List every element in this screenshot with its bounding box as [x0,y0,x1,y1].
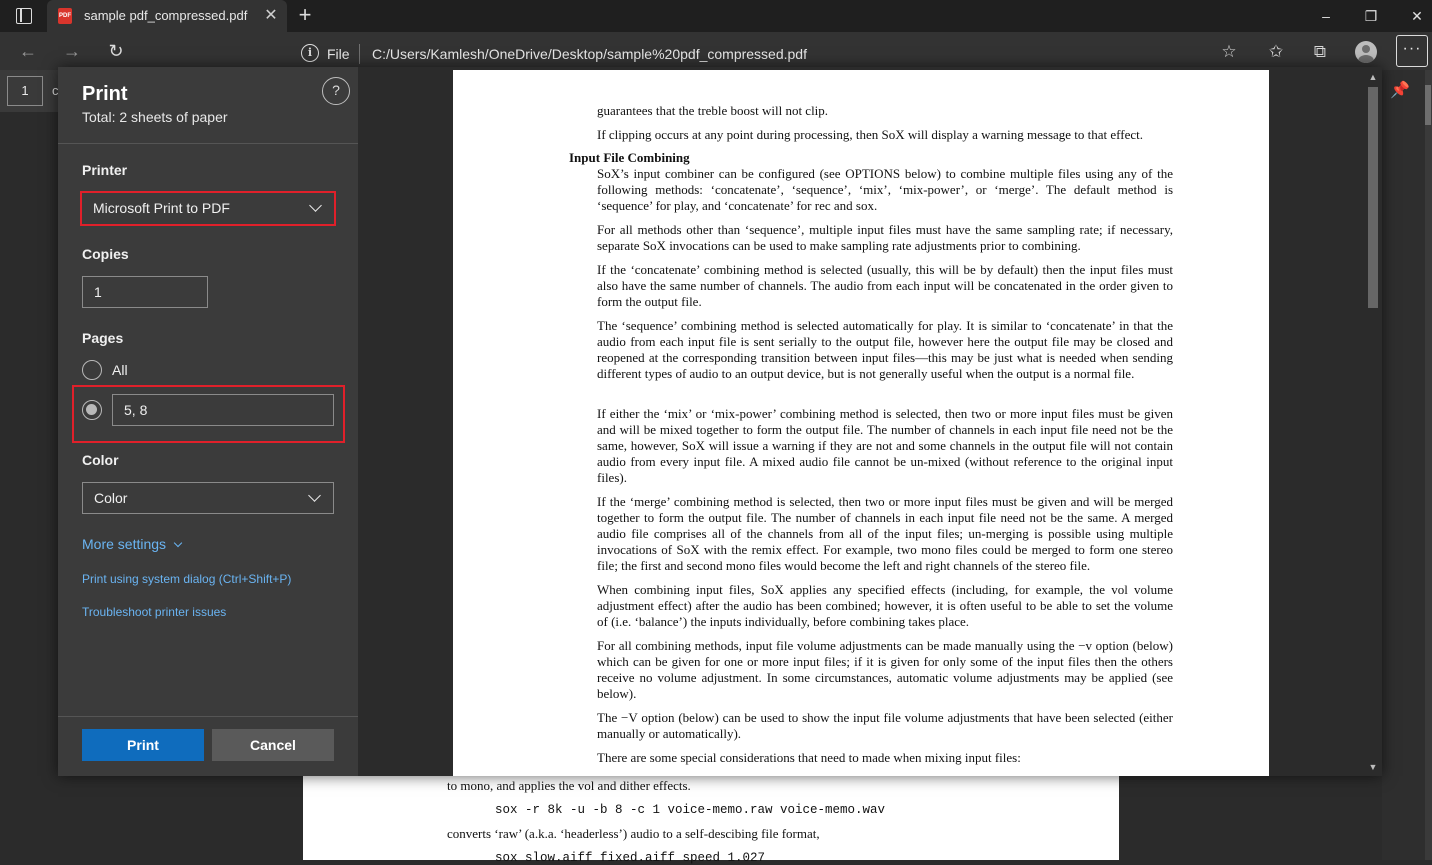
print-button[interactable]: Print [82,729,204,761]
info-icon[interactable]: i [301,44,319,62]
background-code-line: sox -r 8k -u -b 8 -c 1 voice-memo.raw vo… [495,803,886,817]
more-settings-label: More settings [82,536,167,552]
pages-range-input[interactable]: 5, 8 [112,394,334,426]
pages-custom-radio[interactable] [82,400,102,420]
preview-paragraph: For all methods other than ‘sequence’, m… [597,222,1173,253]
troubleshoot-link[interactable]: Troubleshoot printer issues [82,605,226,619]
preview-heading: Input File Combining [569,150,690,165]
color-label: Color [82,452,119,468]
color-select[interactable]: Color [82,482,334,514]
cancel-button[interactable]: Cancel [212,729,334,761]
tab-title: sample pdf_compressed.pdf [84,8,248,23]
navigation-bar: ← → ↻ i File C:/Users/Kamlesh/OneDrive/D… [0,32,1432,70]
chevron-down-icon [308,489,321,502]
title-bar: PDF sample pdf_compressed.pdf ✕ + – ❐ ✕ [0,0,1432,32]
preview-paragraph: The −V option (below) can be used to sho… [597,710,1173,741]
preview-paragraph: The ‘sequence’ combining method is selec… [597,318,1173,381]
printer-value: Microsoft Print to PDF [93,200,230,216]
minimize-icon[interactable]: – [1303,0,1349,32]
viewer-scrollbar[interactable] [1425,70,1432,860]
address-scheme: File [327,46,350,62]
background-pdf-page: to mono, and applies the vol and dither … [303,776,1119,865]
browser-tab[interactable]: PDF sample pdf_compressed.pdf ✕ [47,0,287,32]
print-settings-panel: Print Total: 2 sheets of paper ? Printer… [58,67,358,776]
help-icon[interactable]: ? [322,77,350,105]
background-line: converts ‘raw’ (a.k.a. ‘headerless’) aud… [447,826,820,841]
print-preview-page: guarantees that the treble boost will no… [453,70,1269,776]
favorites-icon[interactable]: ✩ [1264,40,1288,64]
address-url[interactable]: C:/Users/Kamlesh/OneDrive/Desktop/sample… [372,46,807,62]
scroll-down-icon[interactable]: ▼ [1367,761,1379,773]
window-close-icon[interactable]: ✕ [1394,0,1432,32]
more-settings-link[interactable]: More settings [82,536,183,552]
address-separator [359,44,360,64]
preview-paragraph: If either the ‘mix’ or ‘mix-power’ combi… [597,406,1173,485]
color-value: Color [94,490,128,506]
tab-actions-icon[interactable] [16,8,32,24]
preview-scrollbar-thumb[interactable] [1368,87,1378,308]
divider [58,716,358,717]
chevron-down-icon [309,199,322,212]
profile-avatar[interactable] [1355,41,1377,63]
preview-paragraph: When combining input files, SoX applies … [597,582,1173,629]
pages-all-radio[interactable] [82,360,102,380]
printer-select[interactable]: Microsoft Print to PDF [82,193,334,225]
pin-toolbar-icon[interactable]: 📌 [1389,80,1411,102]
viewer-scrollbar-thumb[interactable] [1425,85,1431,125]
copies-input[interactable]: 1 [82,276,208,308]
preview-paragraph: If the ‘merge’ combining method is selec… [597,494,1173,573]
preview-paragraph: guarantees that the treble boost will no… [597,103,829,118]
scroll-up-icon[interactable]: ▲ [1367,71,1379,83]
printer-label: Printer [82,162,128,178]
preview-paragraph: SoX’s input combiner can be configured (… [597,166,1173,213]
preview-paragraph: There are some special considerations th… [597,750,1021,765]
copies-label: Copies [82,246,129,262]
divider [58,143,358,144]
address-bar[interactable]: i File C:/Users/Kamlesh/OneDrive/Desktop… [145,35,1245,67]
collections-icon[interactable]: ⧉ [1308,40,1332,64]
restore-icon[interactable]: ❐ [1348,0,1394,32]
pages-all-label: All [112,362,128,378]
pdf-file-icon: PDF [58,8,72,24]
back-icon[interactable]: ← [15,39,41,63]
chevron-down-icon [173,538,183,548]
preview-paragraph: If the ‘concatenate’ combining method is… [597,262,1173,309]
background-line: to mono, and applies the vol and dither … [447,778,691,793]
pages-label: Pages [82,330,124,346]
tab-close-icon[interactable]: ✕ [261,6,281,26]
add-favorite-icon[interactable]: ☆ [1217,40,1241,64]
new-tab-icon[interactable]: + [294,2,316,28]
forward-icon[interactable]: → [59,39,85,63]
page-number-input[interactable]: 1 [7,76,43,106]
print-title: Print [82,83,128,105]
system-dialog-link[interactable]: Print using system dialog (Ctrl+Shift+P) [82,572,291,586]
preview-paragraph: For all combining methods, input file vo… [597,638,1173,701]
print-dialog: Print Total: 2 sheets of paper ? Printer… [58,67,1382,776]
sheet-total: Total: 2 sheets of paper [82,109,228,125]
preview-paragraph: If clipping occurs at any point during p… [597,127,1143,142]
settings-menu-icon[interactable]: ··· [1396,35,1428,67]
background-code-line: sox slow.aiff fixed.aiff speed 1.027 [495,851,766,865]
refresh-icon[interactable]: ↻ [103,39,129,63]
